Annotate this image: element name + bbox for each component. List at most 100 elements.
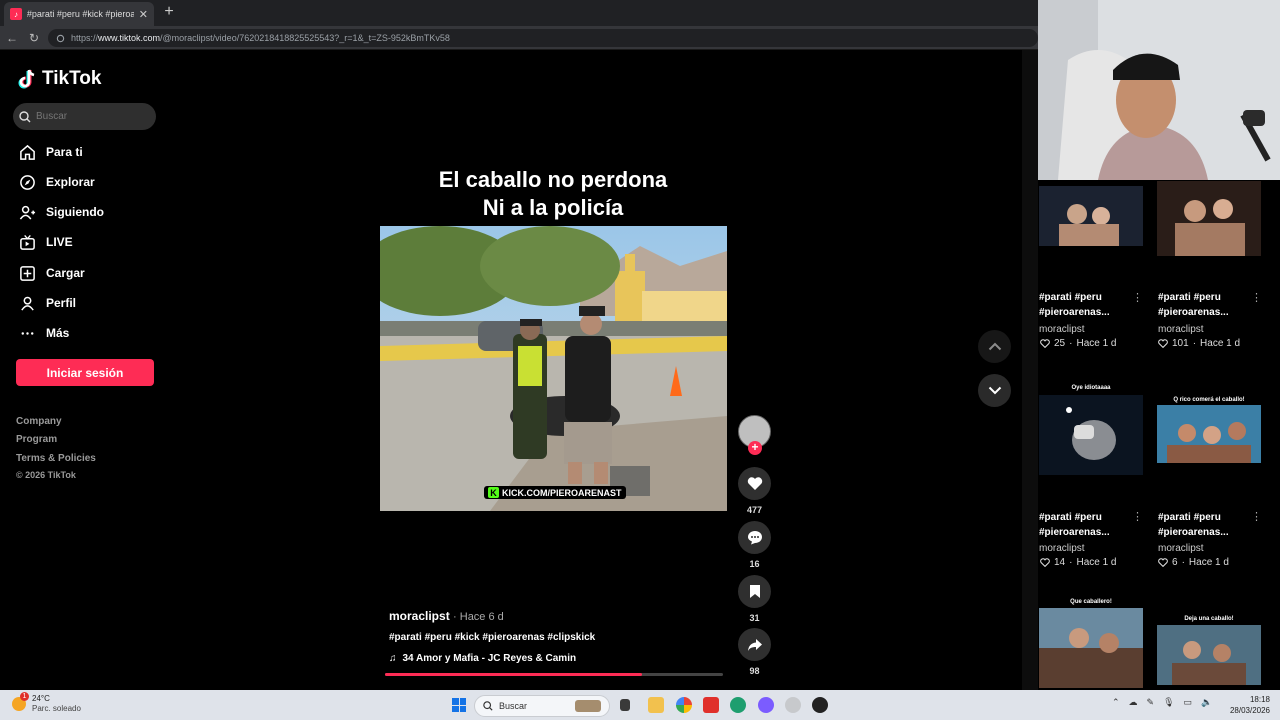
search-bar[interactable]: [13, 103, 156, 130]
kebab-menu-icon[interactable]: ⋮: [1251, 510, 1262, 523]
file-explorer-icon[interactable]: [648, 697, 664, 713]
volume-icon[interactable]: 🔈: [1201, 697, 1212, 708]
related-title[interactable]: #parati #peru #pieroarenas...: [1158, 510, 1258, 540]
sidebar-item-siguiendo[interactable]: Siguiendo: [18, 201, 104, 223]
upload-icon: [18, 264, 36, 282]
sidebar-item-explorar[interactable]: Explorar: [18, 171, 95, 193]
chevron-up-icon[interactable]: ⌃: [1112, 697, 1120, 708]
follow-plus-icon[interactable]: +: [748, 441, 762, 455]
new-tab-button[interactable]: +: [160, 3, 178, 21]
like-button[interactable]: [738, 467, 771, 500]
video-caption-overlay: El caballo no perdona Ni a la policía: [380, 166, 726, 222]
kebab-menu-icon[interactable]: ⋮: [1251, 291, 1262, 304]
bookmark-icon: [749, 585, 760, 598]
discord-icon[interactable]: [758, 697, 774, 713]
obs-icon[interactable]: [785, 697, 801, 713]
sidebar-item-label: Más: [46, 326, 70, 340]
related-thumbnail[interactable]: [1157, 405, 1261, 463]
save-count: 31: [749, 613, 760, 623]
heart-outline-icon: [1158, 558, 1168, 567]
task-view-icon[interactable]: [620, 699, 630, 711]
comment-icon: [747, 531, 762, 545]
related-title[interactable]: #parati #peru #pieroarenas...: [1039, 290, 1139, 320]
footer-link-terms[interactable]: Terms & Policies: [16, 453, 96, 464]
sidebar-item-mas[interactable]: Más: [18, 322, 69, 344]
webcam-overlay: [1038, 0, 1280, 180]
more-icon: [18, 324, 36, 342]
heart-icon: [747, 477, 762, 490]
tab-title: #parati #peru #kick #pieroarenas: [26, 9, 134, 19]
related-user[interactable]: moraclipst: [1158, 543, 1204, 554]
next-video-button[interactable]: [978, 374, 1011, 407]
search-input[interactable]: [36, 111, 146, 122]
video-hashtags[interactable]: #parati #peru #kick #pieroarenas #clipsk…: [389, 632, 595, 643]
taskbar-clock[interactable]: 18:18 28/03/2026: [1228, 694, 1270, 716]
related-thumbnail[interactable]: [1039, 395, 1143, 475]
sidebar-item-label: Cargar: [46, 266, 85, 280]
weather-sun-icon: 1: [12, 691, 29, 711]
edge-icon[interactable]: [730, 697, 746, 713]
windows-start-icon[interactable]: [452, 698, 466, 712]
login-button[interactable]: Iniciar sesión: [16, 359, 154, 386]
heart-outline-icon: [1040, 339, 1050, 348]
related-user[interactable]: moraclipst: [1039, 324, 1085, 335]
music-info[interactable]: ♫ 34 Amor y Mafia - JC Reyes & Camin: [389, 653, 576, 664]
author-name[interactable]: moraclipst: [389, 609, 450, 623]
recorder-icon[interactable]: [812, 697, 828, 713]
video-author[interactable]: moraclipst · Hace 6 d: [389, 609, 504, 623]
reload-icon[interactable]: ↻: [26, 30, 42, 46]
thumbnail-caption: Oye idiotaaaa: [1071, 385, 1111, 391]
kick-watermark: K KICK.COM/PIEROARENAST: [484, 486, 626, 499]
chevron-down-icon: [988, 386, 1001, 395]
video-player[interactable]: [380, 226, 727, 511]
related-user[interactable]: moraclipst: [1158, 324, 1204, 335]
share-button[interactable]: [738, 628, 771, 661]
pen-icon[interactable]: ✎: [1147, 697, 1155, 708]
related-meta: 25 · Hace 1 d: [1040, 338, 1117, 349]
related-user[interactable]: moraclipst: [1039, 543, 1085, 554]
back-icon[interactable]: ←: [4, 30, 20, 46]
copyright: © 2026 TikTok: [16, 470, 76, 480]
sidebar-item-cargar[interactable]: Cargar: [18, 262, 85, 284]
brand-name: TikTok: [42, 68, 102, 89]
music-note-icon: ♫: [389, 653, 397, 664]
sidebar-item-label: Para ti: [46, 145, 83, 159]
related-thumbnail[interactable]: [1039, 186, 1143, 246]
video-progress-bar[interactable]: [385, 673, 723, 676]
kebab-menu-icon[interactable]: ⋮: [1132, 291, 1143, 304]
sidebar-item-para-ti[interactable]: Para ti: [18, 141, 83, 163]
related-thumbnail[interactable]: [1157, 181, 1261, 256]
footer-link-company[interactable]: Company: [16, 416, 62, 427]
date: 28/03/2026: [1229, 706, 1270, 715]
like-count: 477: [746, 505, 763, 515]
related-thumbnail[interactable]: [1039, 608, 1143, 688]
display-icon[interactable]: ▭: [1184, 697, 1193, 708]
taskbar-search[interactable]: Buscar: [474, 695, 610, 717]
watermark-text: KICK.COM/PIEROARENAST: [502, 487, 622, 498]
related-title[interactable]: #parati #peru #pieroarenas...: [1039, 510, 1139, 540]
sidebar-item-live[interactable]: LIVE: [18, 231, 73, 253]
browser-app-icon[interactable]: [676, 697, 692, 713]
related-thumbnail[interactable]: [1157, 625, 1261, 685]
footer-link-program[interactable]: Program: [16, 434, 57, 445]
browser-tab[interactable]: ♪ #parati #peru #kick #pieroarenas ✕: [4, 2, 154, 26]
site-info-icon[interactable]: [56, 34, 65, 43]
tiktok-logo[interactable]: TikTok: [18, 68, 101, 90]
mic-icon[interactable]: 🎙: [1163, 697, 1174, 708]
caption-line-2: Ni a la policía: [482, 195, 624, 220]
kick-logo-icon: K: [488, 487, 499, 498]
red-app-icon[interactable]: [703, 697, 719, 713]
close-tab-icon[interactable]: ✕: [139, 8, 148, 21]
kebab-menu-icon[interactable]: ⋮: [1132, 510, 1143, 523]
weather-widget[interactable]: 1 24°C Parc. soleado: [12, 691, 81, 713]
url-field[interactable]: https://www.tiktok.com/@moraclipst/video…: [48, 29, 1038, 47]
related-title[interactable]: #parati #peru #pieroarenas...: [1158, 290, 1258, 320]
cloud-icon[interactable]: ☁: [1129, 697, 1138, 708]
system-tray[interactable]: ⌃ ☁ ✎ 🎙 ▭ 🔈: [1112, 697, 1212, 708]
save-button[interactable]: [738, 575, 771, 608]
sidebar-item-perfil[interactable]: Perfil: [18, 292, 76, 314]
chevron-up-icon: [988, 342, 1001, 351]
previous-video-button[interactable]: [978, 330, 1011, 363]
heart-outline-icon: [1040, 558, 1050, 567]
comment-button[interactable]: [738, 521, 771, 554]
